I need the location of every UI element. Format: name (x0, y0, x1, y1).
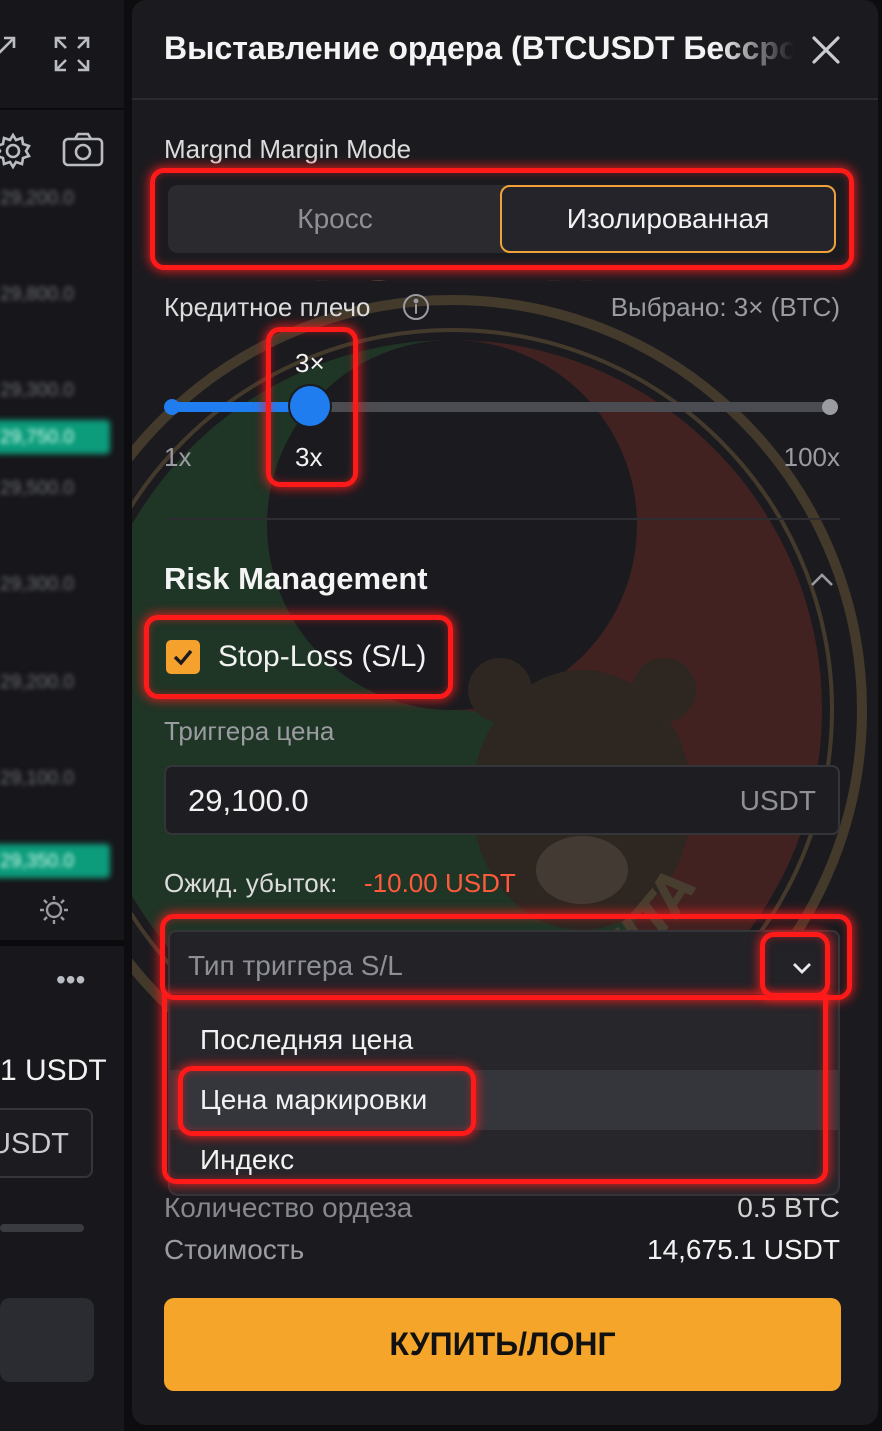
margin-mode-label: Margnd Margin Mode (164, 134, 412, 164)
trigger-price-unit: USDT (739, 785, 816, 816)
chart-toolbar (0, 0, 124, 110)
cost-value: 14,675.1 USDT (647, 1234, 840, 1265)
leverage-value-bottom: 3x (295, 442, 323, 472)
price-level: 29,200.0 (0, 188, 74, 209)
chevron-down-icon[interactable] (788, 954, 816, 982)
buy-long-button[interactable]: КУПИТЬ/ЛОНГ (164, 1298, 841, 1391)
slider-start-dot (164, 399, 180, 415)
settings-icon[interactable] (0, 132, 32, 176)
price-level: 29,800.0 (0, 284, 74, 305)
risk-management-title: Risk Management (164, 561, 428, 596)
expected-loss-label: Ожид. убыток: (164, 868, 338, 898)
trigger-type-dropdown: Последняя цена Цена маркировки Индекс (168, 998, 840, 1196)
leverage-min-label: 1x (164, 442, 192, 472)
more-icon[interactable]: ••• (56, 966, 85, 994)
trigger-type-placeholder: Тип триггера S/L (188, 950, 403, 981)
stop-loss-label[interactable]: Stop-Loss (S/L) (218, 640, 426, 674)
background-trading-panel: 29,200.0 29,800.0 29,300.0 29,750.0 29,5… (0, 0, 124, 1431)
amount-input[interactable]: USDT (0, 1108, 93, 1178)
available-balance: 1 USDT (0, 1054, 107, 1087)
collapse-chevron-icon[interactable] (808, 566, 836, 594)
close-icon (812, 36, 840, 64)
quantity-value: 0.5 BTC (737, 1192, 840, 1223)
amount-input-suffix: USDT (0, 1128, 69, 1160)
trigger-type-select[interactable]: Тип триггера S/L (168, 930, 840, 1000)
sun-icon[interactable] (38, 894, 70, 932)
leverage-slider-fill (170, 402, 310, 412)
margin-mode-cross[interactable]: Кросс (168, 185, 502, 253)
checkmark-icon (173, 649, 193, 666)
slider-end-dot (822, 399, 838, 415)
price-level: 29,100.0 (0, 768, 74, 789)
leverage-label: Кредитное плечо (164, 292, 371, 322)
trigger-price-value: 29,100.0 (188, 783, 309, 818)
expected-loss-value: -10.00 USDT (364, 868, 516, 898)
margin-mode-isolated[interactable]: Изолированная (500, 185, 836, 253)
modal-header: Выставление ордера (BTCUSDT Бессрочный) (132, 0, 878, 100)
camera-icon[interactable] (62, 132, 104, 174)
order-modal: КУЛЬТ ПРОФИТА KULTPROFITA Выставление ор… (132, 0, 878, 1425)
leverage-slider-knob[interactable] (290, 386, 330, 426)
dropdown-option-index[interactable]: Индекс (170, 1130, 838, 1190)
price-level: 29,350.0 (0, 851, 74, 872)
side-action-button[interactable] (0, 1298, 94, 1382)
leverage-slider[interactable] (164, 399, 838, 415)
dropdown-option-mark-price[interactable]: Цена маркировки (170, 1070, 838, 1130)
fullscreen-icon[interactable] (54, 36, 90, 78)
modal-title: Выставление ордера (BTCUSDT Бессрочный) (164, 30, 794, 66)
price-level: 29,750.0 (0, 427, 74, 448)
info-icon[interactable] (402, 293, 430, 321)
quantity-label: Количество ордеза (164, 1192, 413, 1223)
price-level: 29,200.0 (0, 672, 74, 693)
close-button[interactable] (808, 32, 844, 68)
price-level: 29,300.0 (0, 380, 74, 401)
shrink-icon[interactable] (0, 36, 20, 76)
leverage-max-label: 100x (783, 442, 840, 472)
cost-label: Стоимость (164, 1234, 305, 1265)
price-level: 29,300.0 (0, 574, 74, 595)
trigger-price-input[interactable]: 29,100.0 USDT (164, 765, 840, 835)
dropdown-option-last-price[interactable]: Последняя цена (170, 1010, 838, 1070)
trigger-price-label: Триггера цена (164, 716, 335, 746)
price-level: 29,500.0 (0, 478, 74, 499)
leverage-selected-text: Выбрано: 3× (BTC) (610, 292, 840, 322)
amount-slider[interactable] (0, 1224, 84, 1232)
stop-loss-checkbox[interactable] (166, 640, 200, 674)
section-divider (168, 518, 840, 520)
margin-mode-toggle: Кросс Изолированная (168, 185, 836, 253)
leverage-value-top: 3× (295, 348, 325, 378)
